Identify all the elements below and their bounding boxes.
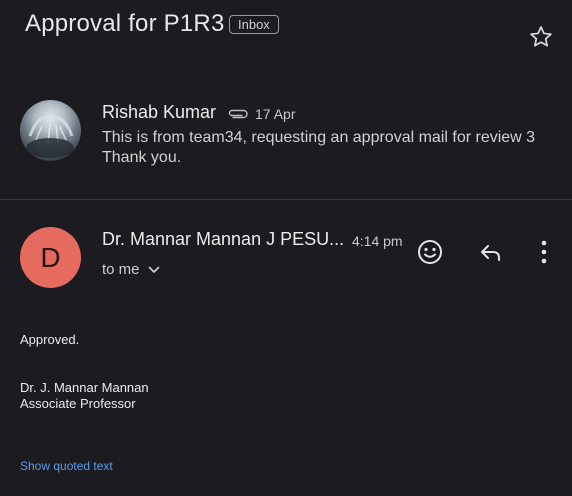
more-vert-icon (541, 240, 547, 264)
message-snippet: This is from team34, requesting an appro… (102, 128, 562, 168)
reply-button[interactable] (476, 238, 506, 268)
collapsed-message[interactable]: Rishab Kumar 17 Apr This is from team34,… (0, 92, 572, 192)
inbox-label-chip[interactable]: Inbox (229, 15, 279, 34)
signature-name: Dr. J. Mannar Mannan (20, 380, 149, 395)
subject-row: Approval for P1R3 Inbox (0, 0, 572, 60)
attachment-icon (227, 107, 249, 119)
chevron-down-icon (148, 266, 159, 273)
signature-title: Associate Professor (20, 396, 136, 411)
recipient-label: to me (102, 261, 140, 278)
emoji-icon (418, 240, 442, 264)
sender-name: Rishab Kumar (102, 102, 217, 122)
reply-icon (481, 245, 500, 261)
snippet-line: Thank you. (102, 149, 182, 166)
avatar (20, 100, 81, 161)
sender-name: Dr. Mannar Mannan J PESU... (102, 229, 345, 249)
avatar: D (20, 227, 81, 288)
message-body-text: Approved. (20, 332, 80, 347)
emoji-reaction-button[interactable] (415, 237, 445, 267)
email-subject: Approval for P1R3 (25, 10, 225, 37)
message-time: 4:14 pm (352, 233, 403, 249)
expanded-message: D Dr. Mannar Mannan J PESU... 4:14 pm to… (0, 200, 572, 496)
show-quoted-text-link[interactable]: Show quoted text (20, 459, 113, 473)
star-icon[interactable] (528, 24, 554, 50)
snippet-line: This is from team34, requesting an appro… (102, 129, 536, 146)
recipient-details-toggle[interactable]: to me (102, 261, 160, 278)
more-options-button[interactable] (529, 237, 559, 267)
message-date: 17 Apr (255, 106, 296, 122)
signature: Dr. J. Mannar Mannan Associate Professor (20, 380, 149, 412)
